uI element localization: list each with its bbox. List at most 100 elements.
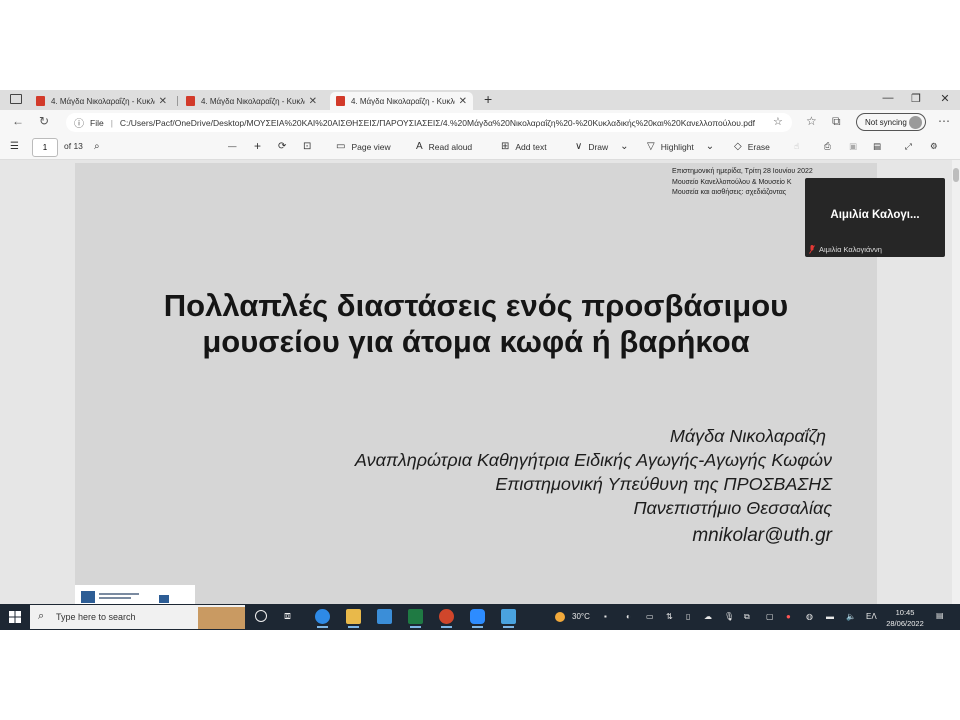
tab-title: 4. Μάγδα Νικολαραΐζη - Κυκλαδικής bbox=[201, 96, 305, 106]
language-indicator[interactable]: ΕΛ bbox=[866, 612, 877, 621]
clock-date: 28/06/2022 bbox=[886, 619, 924, 628]
chat-tray-icon[interactable]: ▢ bbox=[766, 612, 774, 621]
add-text-button[interactable]: ⊞ Add text bbox=[501, 141, 547, 152]
read-aloud-button[interactable]: A Read aloud bbox=[416, 141, 472, 152]
search-icon[interactable]: ⌕ bbox=[94, 141, 106, 152]
table-of-contents-icon[interactable]: ☰ bbox=[10, 141, 25, 152]
page-view-button[interactable]: ▭ Page view bbox=[336, 141, 391, 152]
refresh-icon[interactable]: ↻ bbox=[39, 114, 49, 128]
draw-button[interactable]: ∨ Draw ⌄ bbox=[575, 141, 635, 152]
avatar bbox=[909, 116, 922, 129]
tab-divider bbox=[177, 96, 178, 106]
erase-button[interactable]: ◇ Erase bbox=[734, 141, 770, 152]
book-icon: ▭ bbox=[336, 141, 346, 152]
fit-page-icon[interactable]: ⊡ bbox=[303, 141, 317, 152]
vertical-scrollbar[interactable] bbox=[952, 160, 960, 604]
browser-tab-2[interactable]: 4. Μάγδα Νικολαραΐζη - Κυκλαδικής ✕ bbox=[180, 92, 323, 110]
pdf-icon bbox=[186, 96, 195, 106]
tab-title: 4. Μάγδα Νικολαραΐζη - Κυκλαδικής bbox=[351, 96, 455, 106]
sync-status-label: Not syncing bbox=[865, 117, 907, 127]
task-view-icon[interactable]: ⧈ bbox=[284, 610, 291, 623]
browser-tab-1[interactable]: 4. Μάγδα Νικολαραΐζη - Κυκλαδικής ✕ bbox=[30, 92, 173, 110]
rotate-icon[interactable]: ⟳ bbox=[278, 141, 292, 152]
photos-taskbar-icon[interactable] bbox=[501, 609, 516, 628]
print-icon[interactable]: ⎙ bbox=[824, 141, 831, 152]
browser-tab-3-active[interactable]: 4. Μάγδα Νικολαραΐζη - Κυκλαδικής ✕ bbox=[330, 92, 473, 110]
cloud-tray-icon[interactable]: ☁ bbox=[704, 612, 712, 621]
slide-title-line-1: Πολλαπλές διαστάσεις ενός προσβάσιμου bbox=[163, 288, 789, 323]
chevron-down-icon[interactable]: ⌄ bbox=[706, 141, 714, 152]
mail-taskbar-icon[interactable] bbox=[377, 609, 392, 624]
draw-label: Draw bbox=[588, 141, 609, 152]
collections-icon[interactable]: ⧉ bbox=[832, 114, 841, 129]
security-tray-icon[interactable]: ◍ bbox=[806, 612, 813, 621]
restore-button[interactable]: ❐ bbox=[906, 92, 926, 105]
zoom-out-button[interactable]: — bbox=[228, 141, 237, 151]
antivirus-tray-icon[interactable]: ● bbox=[786, 612, 791, 621]
tab-bar: 4. Μάγδα Νικολαραΐζη - Κυκλαδικής ✕ 4. Μ… bbox=[0, 90, 960, 110]
save-as-icon[interactable]: ▤ bbox=[873, 141, 881, 152]
read-aloud-label: Read aloud bbox=[428, 141, 473, 152]
back-arrow-icon[interactable]: ← bbox=[12, 114, 24, 128]
app-tray-icon[interactable]: ◐ bbox=[626, 612, 631, 621]
read-aloud-icon: A bbox=[416, 141, 423, 152]
search-placeholder: Type here to search bbox=[56, 612, 136, 622]
tab-close-icon[interactable]: ✕ bbox=[159, 96, 167, 107]
tab-actions-icon[interactable] bbox=[10, 94, 22, 104]
edge-taskbar-icon[interactable] bbox=[315, 609, 330, 628]
settings-gear-icon[interactable]: ⚙ bbox=[930, 141, 938, 152]
slide-header-line-3: Μουσεία και αισθήσεις: σχεδιάζοντας bbox=[672, 189, 787, 196]
author-name: Μάγδα Νικολαραΐζη bbox=[669, 426, 826, 446]
network-tray-icon[interactable]: ⇅ bbox=[666, 612, 673, 621]
author-role: Αναπληρώτρια Καθηγήτρια Ειδικής Αγωγής-Α… bbox=[354, 450, 832, 470]
search-icon: ⌕ bbox=[38, 610, 45, 622]
highlight-icon: ▽ bbox=[647, 141, 655, 152]
system-clock[interactable]: 10:45 28/06/2022 bbox=[884, 607, 926, 629]
fullscreen-icon[interactable]: ⤢ bbox=[905, 141, 912, 152]
powerpoint-taskbar-icon[interactable] bbox=[439, 609, 454, 628]
info-icon[interactable]: ⓘ bbox=[74, 115, 84, 130]
scrollbar-thumb[interactable] bbox=[953, 168, 959, 182]
url-text[interactable]: C:/Users/Pacf/OneDrive/Desktop/ΜΟΥΣΕΙΑ%2… bbox=[120, 118, 760, 128]
favorites-icon[interactable]: ☆ bbox=[806, 114, 817, 128]
file-explorer-taskbar-icon[interactable] bbox=[346, 609, 361, 628]
video-call-tile[interactable]: Αιμιλία Καλογι... Αιμιλία Καλογιάννη bbox=[805, 178, 945, 257]
windows-start-icon[interactable] bbox=[9, 611, 21, 623]
touch-icon[interactable]: ☝ bbox=[794, 141, 799, 152]
tab-close-icon[interactable]: ✕ bbox=[309, 96, 317, 107]
sponsor-logos bbox=[75, 585, 195, 604]
highlight-button[interactable]: ▽ Highlight ⌄ bbox=[647, 141, 720, 152]
zoom-in-button[interactable]: + bbox=[254, 139, 261, 153]
nvidia-tray-icon[interactable]: ▪ bbox=[604, 612, 607, 621]
address-bar[interactable]: ⓘ File | C:/Users/Pacf/OneDrive/Desktop/… bbox=[66, 113, 792, 132]
favorite-star-icon[interactable]: ☆ bbox=[773, 115, 783, 128]
excel-taskbar-icon[interactable] bbox=[408, 609, 423, 628]
pdf-toolbar bbox=[0, 135, 960, 160]
profile-button[interactable]: Not syncing bbox=[856, 113, 926, 131]
mic-tray-icon[interactable]: 🎙 bbox=[724, 612, 734, 621]
notifications-icon[interactable]: ▤ bbox=[936, 611, 944, 620]
close-window-button[interactable]: ✕ bbox=[935, 92, 955, 105]
screen-share-tray-icon[interactable]: ⧉ bbox=[744, 612, 750, 622]
mic-muted-icon bbox=[809, 245, 815, 254]
slide-header-line-1: Επιστημονική ημερίδα, Τρίτη 28 Ιουνίου 2… bbox=[672, 168, 813, 175]
minimize-button[interactable]: — bbox=[878, 92, 898, 104]
new-tab-button[interactable]: + bbox=[484, 91, 492, 107]
battery-tray-icon[interactable]: ▬ bbox=[826, 612, 834, 621]
volume-icon[interactable]: 🔈 bbox=[846, 612, 856, 621]
tablet-tray-icon[interactable]: ▯ bbox=[686, 612, 690, 621]
pdf-icon bbox=[36, 96, 45, 106]
more-menu-icon[interactable]: ⋯ bbox=[938, 114, 950, 128]
weather-sun-icon[interactable] bbox=[555, 612, 565, 622]
cortana-icon[interactable] bbox=[255, 610, 267, 622]
display-tray-icon[interactable]: ▭ bbox=[646, 612, 654, 621]
participant-full-name: Αιμιλία Καλογιάννη bbox=[819, 245, 882, 254]
page-number-input[interactable]: 1 bbox=[32, 138, 58, 157]
zoom-taskbar-icon[interactable] bbox=[470, 609, 485, 628]
chevron-down-icon[interactable]: ⌄ bbox=[620, 141, 628, 152]
page-view-label: Page view bbox=[351, 141, 391, 152]
save-icon[interactable]: ▣ bbox=[849, 141, 857, 152]
tab-close-icon[interactable]: ✕ bbox=[459, 96, 467, 107]
weather-temperature[interactable]: 30°C bbox=[572, 612, 590, 621]
pdf-icon bbox=[336, 96, 345, 106]
